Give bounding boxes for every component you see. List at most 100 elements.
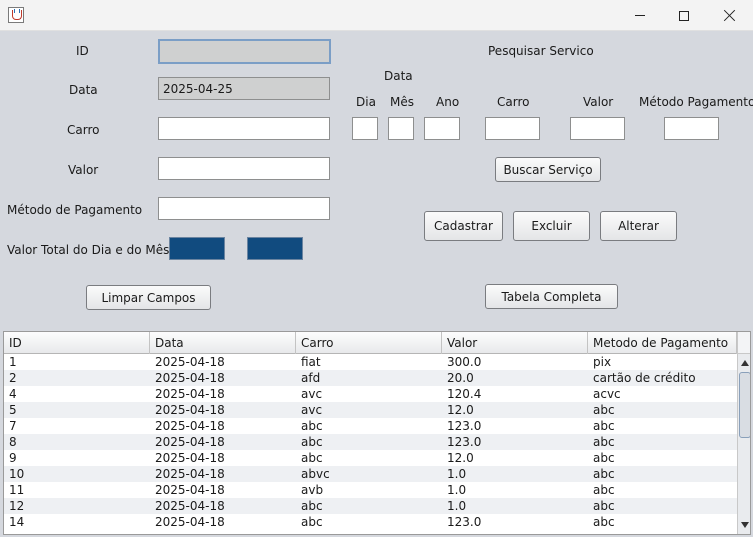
- search-dia-label: Dia: [356, 95, 376, 109]
- table-cell: 2025-04-18: [155, 355, 225, 369]
- table-cell: avc: [301, 387, 323, 401]
- table-cell: 7: [9, 419, 17, 433]
- table-cell: 8: [9, 435, 17, 449]
- table-body: 1 2025-04-18 fiat 300.0 pix 2 2025-04-18 afd 20.…: [4, 354, 737, 530]
- table-cell: 123.0: [447, 435, 482, 449]
- search-carro-label: Carro: [497, 95, 530, 109]
- excluir-button[interactable]: Excluir: [513, 211, 590, 241]
- table-cell: afd: [301, 371, 321, 385]
- close-button[interactable]: [706, 0, 752, 31]
- table-cell: abc: [593, 467, 615, 481]
- table-row[interactable]: 12 2025-04-18 abc 1.0 abc: [4, 498, 737, 514]
- column-header[interactable]: Data: [150, 332, 296, 354]
- table-cell: 2025-04-18: [155, 451, 225, 465]
- column-header[interactable]: Carro: [296, 332, 442, 354]
- table-cell: abc: [301, 435, 323, 449]
- id-field[interactable]: [158, 39, 331, 64]
- table-row[interactable]: 14 2025-04-18 abc 123.0 abc: [4, 514, 737, 530]
- pesquisar-servico-title: Pesquisar Servico: [488, 44, 594, 58]
- table-cell: abvc: [301, 467, 330, 481]
- search-valor-label: Valor: [583, 95, 614, 109]
- search-ano-field[interactable]: [424, 117, 460, 140]
- table-row[interactable]: 8 2025-04-18 abc 123.0 abc: [4, 434, 737, 450]
- buscar-servico-button[interactable]: Buscar Serviço: [495, 157, 601, 182]
- table-cell: abc: [301, 451, 323, 465]
- maximize-button[interactable]: [661, 0, 707, 31]
- minimize-icon: [635, 15, 645, 16]
- cadastrar-button[interactable]: Cadastrar: [424, 211, 503, 241]
- limpar-campos-button[interactable]: Limpar Campos: [86, 285, 211, 310]
- table-cell: 1.0: [447, 467, 467, 481]
- table-cell: 2: [9, 371, 17, 385]
- search-metodo-field[interactable]: [664, 117, 719, 140]
- table-cell: abc: [593, 499, 615, 513]
- table-cell: 1.0: [447, 483, 467, 497]
- table-row[interactable]: 10 2025-04-18 abvc 1.0 abc: [4, 466, 737, 482]
- table-row[interactable]: 9 2025-04-18 abc 12.0 abc: [4, 450, 737, 466]
- table-cell: abc: [593, 515, 615, 529]
- total-dia-display: [169, 237, 225, 260]
- column-header[interactable]: Metodo de Pagamento: [588, 332, 737, 354]
- table-row[interactable]: 4 2025-04-18 avc 120.4 acvc: [4, 386, 737, 402]
- scrollbar-thumb[interactable]: [739, 372, 750, 438]
- table-cell: abc: [593, 419, 615, 433]
- table-row[interactable]: 2 2025-04-18 afd 20.0 cartão de crédito: [4, 370, 737, 386]
- column-header[interactable]: Valor: [442, 332, 588, 354]
- scroll-down-arrow-icon[interactable]: [738, 518, 750, 532]
- column-header[interactable]: ID: [4, 332, 150, 354]
- scroll-up-arrow-icon[interactable]: [738, 356, 750, 370]
- metodo-pagamento-label: Método de Pagamento: [7, 203, 143, 217]
- close-icon: [723, 9, 736, 22]
- table-cell: 11: [9, 483, 25, 497]
- table-cell: 5: [9, 403, 17, 417]
- table-cell: 1.0: [447, 499, 467, 513]
- table-cell: 12.0: [447, 451, 474, 465]
- total-mes-display: [247, 237, 303, 260]
- table-cell: fiat: [301, 355, 321, 369]
- table-cell: 4: [9, 387, 17, 401]
- table-cell: 14: [9, 515, 25, 529]
- table-cell: 2025-04-18: [155, 515, 225, 529]
- data-field[interactable]: [158, 77, 330, 100]
- tabela-completa-button[interactable]: Tabela Completa: [485, 284, 618, 309]
- maximize-icon: [679, 10, 689, 21]
- table-header: ID Data Carro Valor Metodo de Pagamento: [4, 332, 737, 354]
- table-cell: pix: [593, 355, 612, 369]
- table-cell: abc: [593, 451, 615, 465]
- table-cell: 120.4: [447, 387, 482, 401]
- table-cell: 2025-04-18: [155, 403, 225, 417]
- alterar-button[interactable]: Alterar: [600, 211, 677, 241]
- table-cell: 12.0: [447, 403, 474, 417]
- search-mes-label: Mês: [390, 95, 414, 109]
- search-mes-field[interactable]: [388, 117, 414, 140]
- servicos-table[interactable]: ID Data Carro Valor Metodo de Pagamento 1 202…: [3, 331, 751, 535]
- table-row[interactable]: 5 2025-04-18 avc 12.0 abc: [4, 402, 737, 418]
- table-cell: avc: [301, 403, 323, 417]
- table-row[interactable]: 7 2025-04-18 abc 123.0 abc: [4, 418, 737, 434]
- table-cell: 123.0: [447, 515, 482, 529]
- table-cell: 2025-04-18: [155, 499, 225, 513]
- search-valor-field[interactable]: [570, 117, 625, 140]
- table-cell: 2025-04-18: [155, 387, 225, 401]
- table-cell: 9: [9, 451, 17, 465]
- table-cell: acvc: [593, 387, 621, 401]
- table-cell: abc: [593, 403, 615, 417]
- metodo-pagamento-field[interactable]: [158, 197, 330, 220]
- table-cell: 12: [9, 499, 25, 513]
- search-dia-field[interactable]: [352, 117, 378, 140]
- table-row[interactable]: 1 2025-04-18 fiat 300.0 pix: [4, 354, 737, 370]
- valor-field[interactable]: [158, 157, 330, 180]
- vertical-scrollbar[interactable]: [737, 332, 750, 534]
- table-cell: abc: [301, 419, 323, 433]
- search-metodo-label: Método Pagamento: [639, 95, 753, 109]
- search-carro-field[interactable]: [485, 117, 540, 140]
- table-cell: 20.0: [447, 371, 474, 385]
- carro-label: Carro: [67, 123, 100, 137]
- search-ano-label: Ano: [436, 95, 460, 109]
- valor-total-label: Valor Total do Dia e do Mês: [7, 243, 170, 257]
- carro-field[interactable]: [158, 117, 330, 140]
- scrollbar-header-corner: [738, 332, 750, 354]
- minimize-button[interactable]: [617, 0, 663, 31]
- table-row[interactable]: 11 2025-04-18 avb 1.0 abc: [4, 482, 737, 498]
- table-cell: 2025-04-18: [155, 467, 225, 481]
